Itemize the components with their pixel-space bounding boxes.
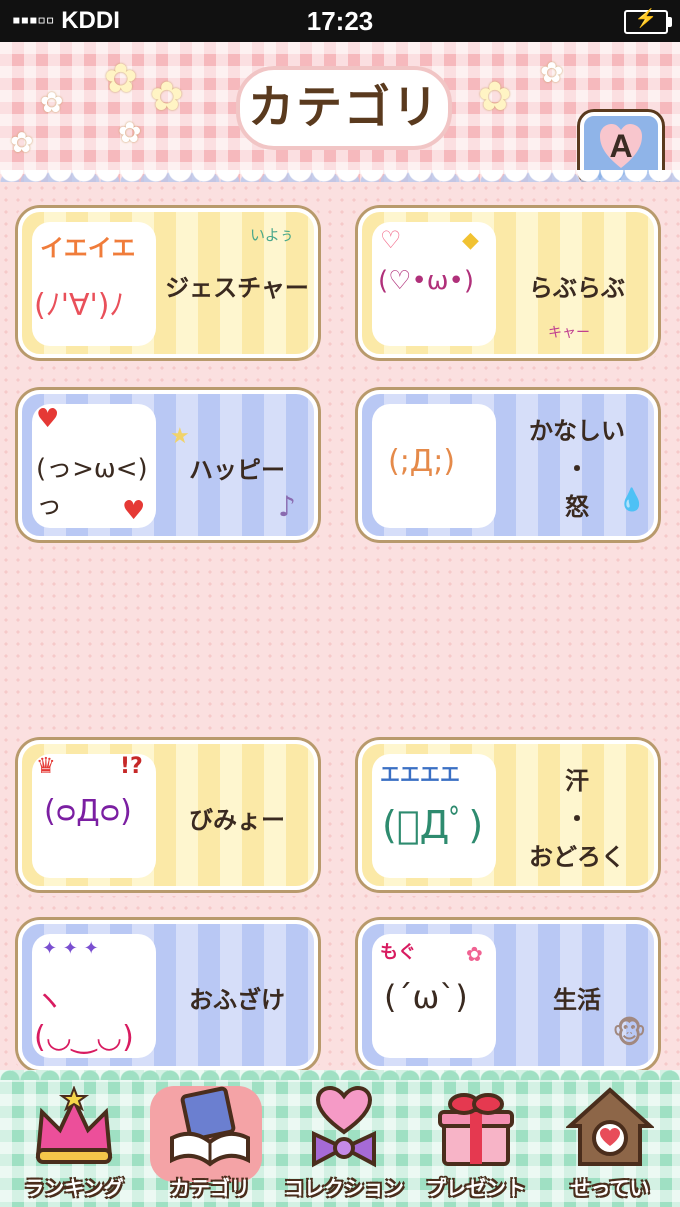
tear-drop-icon: 💧 [618, 488, 646, 513]
heart-icon: ♥ [122, 496, 146, 526]
flower-decoration-icon [150, 74, 184, 120]
category-grid: イエイエ (ﾉ'∀')ﾉ ジェスチャー いよぅ (♡•ω•) ♡ ◆ らぶらぶ … [0, 182, 680, 1070]
crown-icon: ♛ [36, 754, 56, 779]
category-label-line: かなしい [529, 417, 625, 445]
category-card-gesture[interactable]: イエイエ (ﾉ'∀')ﾉ ジェスチャー いよぅ [18, 208, 318, 358]
thumb-face: (´ω`) [384, 978, 468, 1016]
thumb-face: (;Д;) [388, 444, 456, 479]
category-label-line: ・ [565, 805, 589, 833]
category-label-line: おどろく [529, 843, 625, 871]
category-thumbnail: ♛ !? (ᴑДᴑ) [32, 754, 156, 878]
sparkle-icon: ✦ ✦ ✦ [42, 938, 99, 959]
font-toggle-label: A [609, 128, 633, 164]
category-thumbnail: (;Д;) [372, 404, 496, 528]
flower-decoration-icon [478, 74, 512, 120]
category-label: らぶらぶ [529, 274, 625, 302]
thumb-face: (ﾉ'∀')ﾉ [34, 288, 125, 323]
category-label: 汗 ・ おどろく [502, 762, 652, 876]
category-card-bimyo[interactable]: ♛ !? (ᴑДᴑ) びみょー [18, 740, 318, 890]
tab-ranking[interactable]: ランキング [8, 1086, 140, 1204]
category-card-life[interactable]: もぐ (´ω`) ✿ 生活 🐵 [358, 920, 658, 1070]
category-label: びみょー [189, 806, 285, 834]
status-bar: ▪▪▪▫▫ KDDI 17:23 ⚡ [0, 0, 680, 42]
flower-decoration-icon [104, 56, 138, 102]
thumb-caption: もぐ [380, 942, 416, 963]
tab-label: ランキング [24, 1176, 124, 1200]
heart-ribbon-icon [312, 1086, 376, 1168]
tab-label: プレゼント [426, 1176, 526, 1200]
music-note-icon: ♪ [278, 490, 296, 523]
flower-decoration-icon [118, 116, 152, 158]
category-thumbnail: (っ>ω<)っ ♥ ♥ [32, 404, 156, 528]
category-card-sweat-surprise[interactable]: エエエエ (ﾟДﾟ) 汗 ・ おどろく [358, 740, 658, 890]
thumb-face: (ﾟДﾟ) [382, 803, 484, 847]
thumb-face: (ᴑДᴑ) [44, 794, 132, 829]
category-card-sad-angry[interactable]: (;Д;) かなしい ・ 怒 💧 [358, 390, 658, 540]
category-label: ジェスチャー [165, 274, 309, 302]
flower-decoration-icon [540, 56, 574, 98]
tab-settings[interactable]: せってい [544, 1086, 676, 1204]
category-label: おふざけ [189, 986, 285, 1014]
deco-text: キャー [548, 325, 590, 341]
book-icon [170, 1086, 250, 1167]
thumb-deco: !? [120, 754, 143, 779]
category-label: ハッピー [189, 456, 285, 484]
category-card-lovelove[interactable]: (♡•ω•) ♡ ◆ らぶらぶ キャー [358, 208, 658, 358]
category-card-joking[interactable]: ヽ(◡‿◡)ノ ✦ ✦ ✦ おふざけ [18, 920, 318, 1070]
crown-icon [35, 1086, 113, 1164]
header: カテゴリ A [0, 42, 680, 194]
tab-bar: ランキング カテゴリ コレクション プレゼント せってい [0, 1060, 680, 1207]
tab-label: コレクション [284, 1176, 404, 1200]
page-title: カテゴリ [248, 80, 440, 134]
heart-icon: ♥ [36, 404, 60, 434]
gear-house-icon [566, 1087, 654, 1166]
category-thumbnail: もぐ (´ω`) ✿ [372, 934, 496, 1058]
flower-decoration-icon [10, 126, 44, 168]
category-label-line: ・ [565, 455, 589, 483]
battery-icon: ⚡ [624, 8, 672, 34]
tab-collection[interactable]: コレクション [278, 1086, 410, 1204]
page-title-plate: カテゴリ [236, 66, 452, 150]
flower-icon: ✿ [466, 942, 483, 966]
star-icon: ★ [170, 424, 190, 449]
category-card-happy[interactable]: (っ>ω<)っ ♥ ♥ ハッピー ★ ♪ [18, 390, 318, 540]
tab-present[interactable]: プレゼント [410, 1086, 542, 1204]
tab-label: せってい [570, 1176, 650, 1200]
category-thumbnail: イエイエ (ﾉ'∀')ﾉ [32, 222, 156, 346]
flower-decoration-icon [40, 86, 74, 128]
category-label-line: 汗 [565, 767, 589, 795]
category-label: 生活 [553, 986, 601, 1014]
thumb-caption: エエエエ [380, 762, 460, 786]
thumb-face: (♡•ω•) [378, 266, 475, 296]
deco-text: いよぅ [250, 226, 295, 244]
tab-category[interactable]: カテゴリ [144, 1086, 276, 1204]
category-thumbnail: エエエエ (ﾟДﾟ) [372, 754, 496, 878]
heart-icon: ♡ [380, 226, 402, 254]
scallop-trim [0, 1060, 680, 1080]
category-thumbnail: ヽ(◡‿◡)ノ ✦ ✦ ✦ [32, 934, 156, 1066]
thumb-caption: イエイエ [40, 234, 136, 262]
monkey-icon: 🐵 [612, 1016, 647, 1051]
thumb-face: ヽ(◡‿◡)ノ [34, 984, 134, 1066]
tab-label: カテゴリ [170, 1176, 250, 1200]
gift-icon [438, 1093, 514, 1166]
category-thumbnail: (♡•ω•) ♡ ◆ [372, 222, 496, 346]
status-time: 17:23 [306, 6, 374, 36]
sparkle-icon: ◆ [462, 228, 479, 253]
